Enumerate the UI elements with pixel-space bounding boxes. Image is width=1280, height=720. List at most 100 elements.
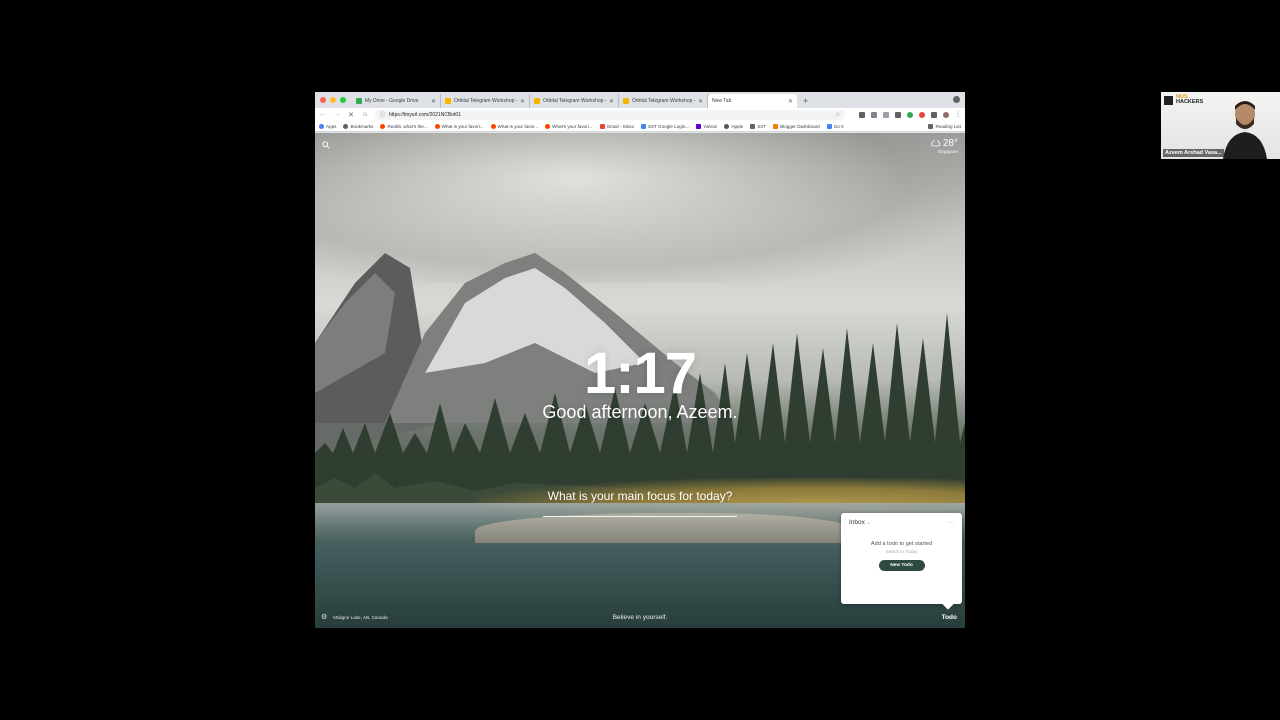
- weather-widget[interactable]: 28° Singapore: [930, 138, 958, 154]
- star-icon: [343, 123, 349, 129]
- greeting: Good afternoon, Azeem.: [542, 402, 738, 422]
- tab-google-drive[interactable]: My Drive - Google Drive ✕: [352, 94, 441, 108]
- bookmark-reddit-4[interactable]: What's your favori...: [545, 123, 593, 129]
- bookmark-apps[interactable]: Apps: [319, 123, 336, 129]
- tab-title: New Tab: [712, 98, 732, 104]
- search-icon[interactable]: [322, 141, 330, 149]
- bookmark-reddit-2[interactable]: What is your favori...: [434, 123, 484, 129]
- bookmark-gmail[interactable]: Gmail - Inbox: [599, 123, 634, 129]
- close-tab-icon[interactable]: ✕: [788, 98, 793, 105]
- quote[interactable]: Believe in yourself.: [315, 614, 965, 621]
- more-options-icon[interactable]: ···: [948, 520, 956, 526]
- browser-toolbar: ← → ✕ ⌂ ⓘ https://tinyurl.com/2021NCBot0…: [315, 108, 965, 121]
- reading-list[interactable]: Reading List: [928, 123, 961, 129]
- background-shore: [475, 513, 855, 543]
- tab-title: Orbital Telegram Workshop - ...: [632, 98, 696, 104]
- focus-question: What is your main focus for today?: [547, 489, 733, 503]
- presenter-name: Azeem Arshad Vasa...: [1163, 149, 1224, 157]
- back-icon[interactable]: ←: [319, 111, 327, 118]
- tab-orbital-workshop-3[interactable]: Orbital Telegram Workshop - ... ✕: [619, 94, 708, 108]
- close-tab-icon[interactable]: ✕: [698, 98, 703, 105]
- bookmark-reddit-3[interactable]: What is your favor...: [490, 123, 539, 129]
- close-tab-icon[interactable]: ✕: [520, 98, 525, 105]
- tab-new-tab[interactable]: New Tab ✕: [708, 94, 797, 108]
- clock: 1:17: [583, 341, 697, 406]
- momentum-dashboard: 28° Singapore 1:17 Good afternoon, Azeem…: [315, 133, 965, 628]
- bookmark-sst-login[interactable]: SST Google Login...: [640, 123, 690, 129]
- bookmark-label: What is your favor...: [497, 123, 539, 129]
- focus-input[interactable]: [543, 511, 737, 517]
- new-tab-button[interactable]: +: [797, 94, 814, 108]
- bookmark-label: Blogger Dashboard: [780, 123, 820, 129]
- close-tab-icon[interactable]: ✕: [609, 98, 614, 105]
- close-tab-icon[interactable]: ✕: [431, 98, 436, 105]
- page-icon: [826, 123, 832, 129]
- todo-list-name: Inbox: [849, 519, 865, 526]
- extension-icon[interactable]: [871, 111, 877, 118]
- bookmark-label: Reddit, what's the...: [387, 123, 428, 129]
- reading-list-icon: [928, 123, 934, 129]
- forward-icon[interactable]: →: [333, 111, 341, 118]
- profile-icon[interactable]: [953, 96, 960, 103]
- tab-title: Orbital Telegram Workshop - ...: [543, 98, 607, 104]
- close-window-button[interactable]: [320, 97, 326, 103]
- apple-icon: [724, 123, 730, 129]
- bookmarks-bar: Apps Bookmarks Reddit, what's the... Wha…: [315, 121, 965, 132]
- extension-icon[interactable]: [907, 111, 913, 118]
- tab-orbital-workshop-1[interactable]: Orbital Telegram Workshop - ... ✕: [441, 94, 530, 108]
- todo-list-selector[interactable]: Inbox ⌄: [849, 519, 871, 526]
- page-icon: [640, 123, 646, 129]
- bookmark-label: Go It: [833, 123, 844, 129]
- extension-icon[interactable]: [895, 111, 901, 118]
- extension-icon[interactable]: [859, 111, 865, 118]
- star-icon[interactable]: ☆: [836, 112, 840, 118]
- bookmark-bookmarks[interactable]: Bookmarks: [343, 123, 373, 129]
- stage: My Drive - Google Drive ✕ Orbital Telegr…: [0, 0, 1280, 720]
- window-controls: [315, 92, 352, 108]
- address-bar[interactable]: ⓘ https://tinyurl.com/2021NCBot01 ☆: [375, 109, 845, 120]
- zoom-window-button[interactable]: [340, 97, 346, 103]
- bookmark-label: What's your favori...: [552, 123, 593, 129]
- switch-to-today-link[interactable]: Switch to Today: [841, 549, 962, 554]
- google-drive-icon: [356, 98, 362, 104]
- reddit-icon: [380, 123, 386, 129]
- extension-icon[interactable]: [919, 111, 925, 118]
- yahoo-icon: [696, 123, 702, 129]
- webcam-feed: NUS HACKERS Azeem Arshad Vasa...: [1161, 92, 1280, 159]
- slides-icon: [623, 98, 629, 104]
- apps-icon: [319, 123, 324, 129]
- todo-empty-message: Add a todo to get started: [870, 541, 933, 547]
- info-icon[interactable]: ⓘ: [380, 111, 385, 118]
- gmail-icon: [599, 123, 605, 129]
- puzzle-icon[interactable]: [931, 111, 937, 118]
- reddit-icon: [490, 123, 496, 129]
- bookmark-go-it[interactable]: Go It: [826, 123, 844, 129]
- new-todo-button[interactable]: New Todo: [878, 560, 925, 571]
- stop-icon[interactable]: ✕: [347, 111, 355, 119]
- bookmark-label: Gmail - Inbox: [606, 123, 634, 129]
- home-icon[interactable]: ⌂: [361, 111, 369, 118]
- bookmark-label: Apple: [731, 123, 744, 129]
- menu-icon[interactable]: ⋮: [955, 111, 961, 118]
- slides-icon: [445, 98, 451, 104]
- bookmark-reddit-1[interactable]: Reddit, what's the...: [380, 123, 428, 129]
- avatar[interactable]: [943, 111, 949, 118]
- bookmark-sst[interactable]: SST: [750, 123, 767, 129]
- nus-hackers-logo: NUS HACKERS: [1164, 94, 1204, 105]
- presenter-video: [1223, 101, 1267, 159]
- bookmark-label: SST Google Login...: [647, 123, 690, 129]
- weather-temperature: 28°: [942, 138, 958, 149]
- tab-orbital-workshop-2[interactable]: Orbital Telegram Workshop - ... ✕: [530, 94, 619, 108]
- bookmark-label: SST: [757, 123, 767, 129]
- browser-window: My Drive - Google Drive ✕ Orbital Telegr…: [315, 92, 965, 628]
- chevron-down-icon: ⌄: [866, 520, 871, 526]
- bookmark-label: Yahoo!: [703, 123, 718, 129]
- bookmark-apple[interactable]: Apple: [724, 123, 744, 129]
- todo-link[interactable]: Todo: [942, 614, 957, 621]
- extension-icon[interactable]: [883, 111, 889, 118]
- bookmark-blogger[interactable]: Blogger Dashboard: [773, 123, 820, 129]
- logo-line-2: HACKERS: [1176, 99, 1204, 105]
- bookmark-yahoo[interactable]: Yahoo!: [696, 123, 718, 129]
- tab-title: My Drive - Google Drive: [365, 98, 419, 104]
- minimize-window-button[interactable]: [330, 97, 336, 103]
